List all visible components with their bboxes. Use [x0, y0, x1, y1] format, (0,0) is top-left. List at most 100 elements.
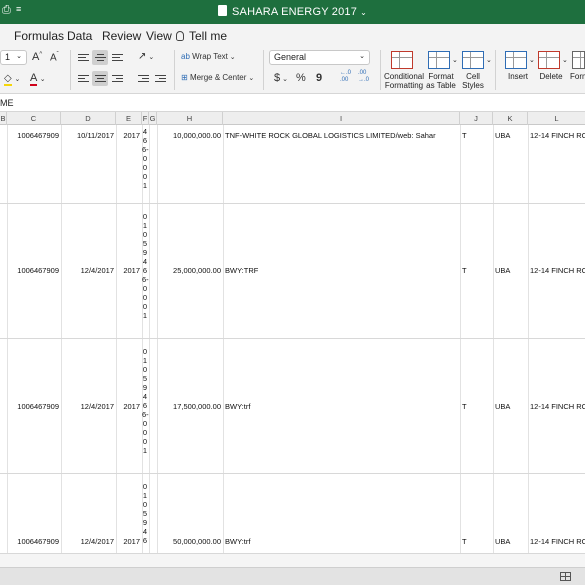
format-cells-icon[interactable]	[572, 51, 585, 69]
name-box[interactable]: ME	[0, 98, 14, 108]
cell-address[interactable]: 12-14 FINCH ROAD	[530, 131, 585, 140]
align-bottom-icon[interactable]	[112, 54, 123, 64]
chevron-down-icon[interactable]: ⌄	[452, 56, 458, 64]
cell-date[interactable]: 12/4/2017	[61, 537, 114, 546]
align-top-icon[interactable]	[78, 54, 89, 64]
increase-decimal-button[interactable]: ←.0 .00	[340, 70, 351, 84]
decrease-indent-icon[interactable]	[138, 75, 149, 85]
comma-style-button[interactable]: 9	[316, 72, 322, 84]
cell-date[interactable]: 12/4/2017	[61, 402, 114, 411]
increase-indent-icon[interactable]	[155, 75, 166, 85]
tell-me-search[interactable]: Tell me	[176, 29, 227, 43]
cell-amount[interactable]: 25,000,000.00	[157, 266, 221, 275]
gridline	[493, 125, 494, 553]
ref-char: 0	[142, 437, 148, 446]
delete-cells-icon[interactable]	[538, 51, 560, 69]
insert-label[interactable]: Insert	[503, 72, 533, 81]
cell-styles-icon[interactable]	[462, 51, 484, 69]
wrap-text-button[interactable]: ab Wrap Text ⌄	[181, 52, 236, 61]
chevron-down-icon[interactable]: ⌄	[360, 8, 367, 17]
window-title: SAHARA ENERGY 2017 ⌄	[0, 5, 585, 18]
column-header-e[interactable]: E	[116, 112, 142, 125]
align-center-icon[interactable]	[95, 75, 106, 85]
column-header-k[interactable]: K	[493, 112, 528, 125]
tab-review[interactable]: Review	[102, 29, 141, 43]
cell-type[interactable]: T	[462, 131, 467, 140]
cell-description[interactable]: BWY:trf	[225, 537, 250, 546]
column-header-g[interactable]: G	[149, 112, 157, 125]
cell-reference-wrapped[interactable]: 0105946	[142, 482, 148, 545]
column-header-d[interactable]: D	[61, 112, 116, 125]
cell-account[interactable]: 1006467909	[7, 402, 59, 411]
tab-view[interactable]: View	[146, 29, 172, 43]
tab-formulas[interactable]: Formulas	[14, 29, 64, 43]
column-header-l[interactable]: L	[528, 112, 585, 125]
cell-reference-wrapped[interactable]: 4 6 6- 0 0 0 1	[142, 127, 149, 190]
column-header-b[interactable]: B	[0, 112, 7, 125]
cell-account[interactable]: 1006467909	[7, 266, 59, 275]
cell-bank[interactable]: UBA	[495, 537, 510, 546]
format-as-table-icon[interactable]	[428, 51, 450, 69]
delete-label[interactable]: Delete	[536, 72, 566, 81]
cell-address[interactable]: 12-14 FINCH ROAD	[530, 402, 585, 411]
conditional-formatting-label[interactable]: Conditional Formatting	[384, 72, 424, 90]
chevron-down-icon[interactable]: ⌄	[529, 56, 535, 64]
cell-date[interactable]: 12/4/2017	[61, 266, 114, 275]
font-color-button[interactable]: A ⌄	[30, 72, 46, 86]
cell-type[interactable]: T	[462, 402, 467, 411]
cell-description[interactable]: TNF-WHITE ROCK GLOBAL LOGISTICS LIMITED/…	[225, 131, 459, 140]
chevron-down-icon[interactable]: ⌄	[486, 56, 492, 64]
cell-amount[interactable]: 10,000,000.00	[157, 131, 221, 140]
cell-year[interactable]: 2017	[116, 266, 140, 275]
cell-reference-wrapped[interactable]: 0 1 0 5 9 4 6 6- 0 0 0 1	[142, 212, 149, 320]
format-as-table-label[interactable]: Format as Table	[424, 72, 458, 90]
number-format-select[interactable]: General ⌄	[269, 50, 370, 65]
status-bar	[0, 567, 585, 585]
align-middle-icon[interactable]	[95, 54, 106, 64]
cell-account[interactable]: 1006467909	[7, 537, 59, 546]
column-header-f[interactable]: F	[142, 112, 149, 125]
fill-color-button[interactable]: ◇ ⌄	[4, 73, 20, 86]
format-label[interactable]: Form	[570, 72, 585, 81]
cell-account[interactable]: 1006467909	[7, 131, 59, 140]
align-left-icon[interactable]	[78, 75, 89, 85]
decrease-decimal-button[interactable]: .00 →.0	[358, 70, 369, 84]
cell-address[interactable]: 12-14 FINCH ROAD	[530, 266, 585, 275]
horizontal-scrollbar[interactable]	[0, 553, 585, 567]
cell-amount[interactable]: 50,000,000.00	[157, 537, 221, 546]
cell-bank[interactable]: UBA	[495, 266, 510, 275]
cell-amount[interactable]: 17,500,000.00	[157, 402, 221, 411]
percent-button[interactable]: %	[296, 72, 306, 84]
cell-year[interactable]: 2017	[116, 537, 140, 546]
conditional-formatting-icon[interactable]	[391, 51, 413, 69]
chevron-down-icon[interactable]: ⌄	[562, 56, 568, 64]
normal-view-icon[interactable]	[560, 572, 571, 581]
cell-type[interactable]: T	[462, 537, 467, 546]
spreadsheet-grid[interactable]: 1006467909 10/11/2017 2017 4 6 6- 0 0 0 1 10,0…	[0, 125, 585, 553]
cell-date[interactable]: 10/11/2017	[61, 131, 114, 140]
align-right-icon[interactable]	[112, 75, 123, 85]
column-header-j[interactable]: J	[460, 112, 493, 125]
cell-description[interactable]: BWY:trf	[225, 402, 250, 411]
cell-bank[interactable]: UBA	[495, 402, 510, 411]
cell-description[interactable]: BWY:TRF	[225, 266, 258, 275]
cell-bank[interactable]: UBA	[495, 131, 510, 140]
tab-data[interactable]: Data	[67, 29, 92, 43]
merge-center-button[interactable]: ⊞ Merge & Center ⌄	[181, 73, 254, 82]
font-size-select[interactable]: 1 ⌄	[0, 50, 27, 65]
column-header-h[interactable]: H	[157, 112, 223, 125]
currency-button[interactable]: $ ⌄	[274, 72, 288, 84]
shrink-font-button[interactable]: Aˇ	[50, 52, 59, 63]
cell-type[interactable]: T	[462, 266, 467, 275]
cell-address[interactable]: 12-14 FINCH ROAD	[530, 537, 585, 546]
column-header-i[interactable]: I	[223, 112, 460, 125]
orientation-button[interactable]: ↗ ⌄	[138, 51, 154, 62]
cell-year[interactable]: 2017	[116, 402, 140, 411]
column-header-c[interactable]: C	[7, 112, 61, 125]
cell-styles-label[interactable]: Cell Styles	[458, 72, 488, 90]
cell-reference-wrapped[interactable]: 0 1 0 5 9 4 6 6- 0 0 0 1	[142, 347, 149, 455]
insert-cells-icon[interactable]	[505, 51, 527, 69]
cell-year[interactable]: 2017	[116, 131, 140, 140]
grow-font-button[interactable]: A^	[32, 51, 42, 63]
document-title: SAHARA ENERGY 2017	[232, 6, 358, 18]
